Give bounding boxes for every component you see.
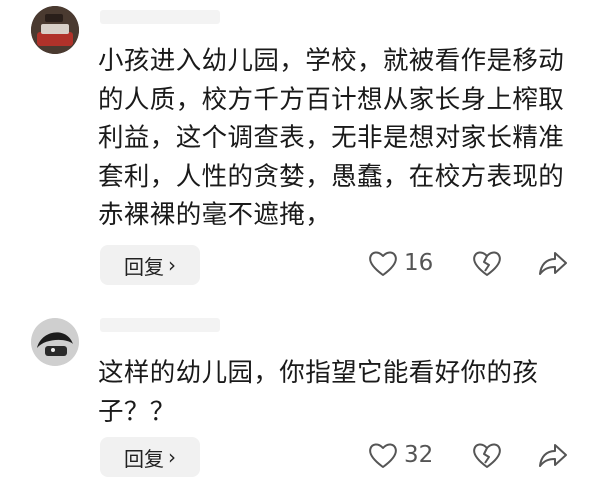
like-count: 16 (404, 250, 434, 276)
username[interactable] (100, 318, 220, 332)
comment-item: 小孩进入幼儿园，学校，就被看作是移动的人质，校方千方百计想从家长身上榨取利益，这… (0, 0, 600, 300)
share-button[interactable] (538, 441, 568, 469)
avatar[interactable] (31, 6, 79, 54)
share-button[interactable] (538, 249, 568, 277)
heart-icon (368, 249, 398, 277)
reply-button[interactable]: 回复 › (100, 437, 200, 477)
chevron-right-icon: › (168, 253, 176, 277)
like-button[interactable]: 32 (368, 441, 433, 469)
comment-actions: 16 (368, 245, 578, 285)
comment-text: 这样的幼儿园，你指望它能看好你的孩子？？ (98, 358, 539, 427)
heart-icon (368, 441, 398, 469)
reply-label: 回复 (124, 254, 164, 279)
comment-text: 小孩进入幼儿园，学校，就被看作是移动的人质，校方千方百计想从家长身上榨取利益，这… (98, 46, 565, 230)
username[interactable] (100, 10, 220, 24)
dislike-button[interactable] (472, 441, 502, 469)
chevron-right-icon: › (168, 445, 176, 469)
dislike-button[interactable] (472, 249, 502, 277)
comment-actions: 32 (368, 437, 578, 477)
like-button[interactable]: 16 (368, 249, 433, 277)
avatar[interactable] (31, 318, 79, 366)
share-arrow-icon (538, 249, 568, 277)
reply-button[interactable]: 回复 › (100, 245, 200, 285)
broken-heart-icon (472, 441, 502, 469)
broken-heart-icon (472, 249, 502, 277)
like-count: 32 (404, 442, 434, 468)
reply-label: 回复 (124, 446, 164, 471)
comment-item: 这样的幼儿园，你指望它能看好你的孩子？？ 回复 › 32 (0, 300, 600, 479)
share-arrow-icon (538, 441, 568, 469)
